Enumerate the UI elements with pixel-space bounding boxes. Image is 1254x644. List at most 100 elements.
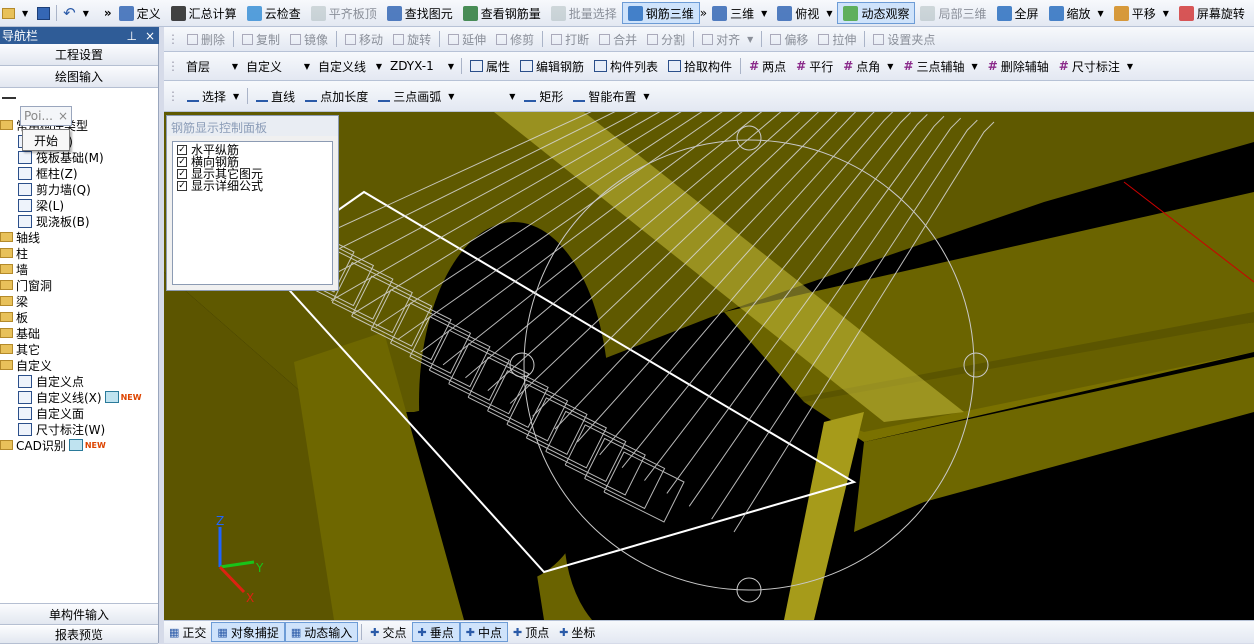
toolbar-button-2[interactable]: 云检查 <box>242 2 306 24</box>
tree-item[interactable]: 现浇板(B) <box>0 213 158 229</box>
edit-button-6[interactable]: 修剪 <box>491 27 539 51</box>
tree-folder[interactable]: 板 <box>0 309 158 325</box>
checkbox-checked[interactable]: ✓ <box>177 181 187 191</box>
edit-button-12[interactable]: 拉伸 <box>813 27 861 51</box>
snap-toggle-5[interactable]: ✚ 中点 <box>459 622 508 642</box>
checkbox-checked[interactable]: ✓ <box>177 157 187 167</box>
toolbar-button-12[interactable]: 全屏 <box>992 2 1044 24</box>
draw-button-0[interactable]: 选择 ▼ <box>182 81 244 111</box>
tree-folder[interactable]: 墙 <box>0 261 158 277</box>
tree-folder[interactable]: CAD识别 NEW <box>0 437 158 453</box>
draw-button-2[interactable]: 点加长度 <box>300 81 373 111</box>
single-component-input-button[interactable]: 单构件输入 <box>0 603 158 625</box>
draw-button-5[interactable]: 智能布置 ▼ <box>568 81 654 111</box>
checkbox-checked[interactable]: ✓ <box>177 169 187 179</box>
draw-button-4[interactable]: 矩形 <box>519 81 568 111</box>
tree-item[interactable]: 梁(L) <box>0 197 158 213</box>
aux-button-3[interactable]: # 三点辅轴 ▼ <box>898 52 982 80</box>
chevron-down-icon[interactable]: ▼ <box>22 9 28 18</box>
pin-icon[interactable]: ⊥ <box>126 29 136 43</box>
edit-button-9[interactable]: 分割 <box>642 27 690 51</box>
snap-toggle-1[interactable]: ▦ 对象捕捉 <box>211 622 285 642</box>
close-icon[interactable]: × <box>58 109 68 123</box>
aux-button-5[interactable]: # 尺寸标注 ▼ <box>1054 52 1138 80</box>
draw-button-3[interactable]: 三点画弧 ▼ <box>373 81 459 111</box>
edit-button-1[interactable]: 复制 <box>237 27 285 51</box>
component-button-2[interactable]: 构件列表 <box>589 52 663 80</box>
category-select[interactable]: 自定义 ▼ <box>242 56 314 76</box>
edit-button-3[interactable]: 移动 <box>340 27 388 51</box>
overflow-icon[interactable]: » <box>104 6 112 20</box>
tree-folder[interactable]: 梁 <box>0 293 158 309</box>
toolbar-button-10[interactable]: 动态观察 <box>837 2 916 24</box>
tree-item[interactable]: 剪力墙(Q) <box>0 181 158 197</box>
start-menu-item[interactable]: 开始 <box>22 129 70 151</box>
snap-toggle-4[interactable]: ✚ 垂点 <box>411 622 460 642</box>
tree-folder[interactable]: 轴线 <box>0 229 158 245</box>
tree-folder[interactable]: 基础 <box>0 325 158 341</box>
tree-collapse-icon[interactable] <box>2 97 16 101</box>
edit-button-11[interactable]: 偏移 <box>765 27 813 51</box>
toolbar-button-9[interactable]: 俯视 ▼ <box>772 2 837 24</box>
edit-button-10[interactable]: 对齐 ▼ <box>697 27 758 51</box>
project-settings-button[interactable]: 工程设置 <box>0 44 158 66</box>
component-button-3[interactable]: 拾取构件 <box>663 52 737 80</box>
toolbar-button-3[interactable]: 平齐板顶 <box>306 2 382 24</box>
snap-toggle-2[interactable]: ▦ 动态输入 <box>284 622 359 642</box>
snap-toggle-0[interactable]: ▦ 正交 <box>164 622 211 642</box>
toolbar-button-7[interactable]: 钢筋三维 <box>621 2 700 24</box>
type-select[interactable]: 自定义线 ▼ <box>314 56 386 76</box>
aux-button-2[interactable]: # 点角 ▼ <box>838 52 898 80</box>
edit-button-2[interactable]: 镜像 <box>285 27 333 51</box>
toolbar-button-8[interactable]: 三维 ▼ <box>707 2 772 24</box>
tree-item[interactable]: 自定义面 <box>0 405 158 421</box>
drawing-input-button[interactable]: 绘图输入 <box>0 66 158 88</box>
component-button-1[interactable]: 编辑钢筋 <box>515 52 589 80</box>
save-icon[interactable] <box>37 6 51 20</box>
aux-button-4[interactable]: # 删除辅轴 <box>983 52 1054 80</box>
tree-folder[interactable]: 柱 <box>0 245 158 261</box>
floor-select[interactable]: 首层 ▼ <box>182 56 242 76</box>
tree-item[interactable]: 自定义点 <box>0 373 158 389</box>
report-preview-button[interactable]: 报表预览 <box>0 626 158 644</box>
poi-tab[interactable]: Poi... × <box>20 106 72 126</box>
toolbar-button-15[interactable]: 屏幕旋转 <box>1174 2 1250 24</box>
draw-button-1[interactable]: 直线 <box>251 81 300 111</box>
tree-item[interactable]: 筏板基础(M) <box>0 149 158 165</box>
close-icon[interactable]: × <box>145 29 155 43</box>
toolbar-button-0[interactable]: 定义 <box>114 2 166 24</box>
toolbar-button-5[interactable]: 查看钢筋量 <box>458 2 546 24</box>
toolbar-button-14[interactable]: 平移 ▼ <box>1109 2 1174 24</box>
undo-icon[interactable]: ↶ <box>63 4 76 22</box>
edit-button-4[interactable]: 旋转 <box>388 27 436 51</box>
toolbar-button-4[interactable]: 查找图元 <box>382 2 458 24</box>
snap-toggle-3[interactable]: ✚ 交点 <box>365 622 411 642</box>
edit-button-0[interactable]: 删除 <box>182 27 230 51</box>
chevron-down-icon[interactable]: ▼ <box>83 9 89 18</box>
overflow-icon[interactable]: » <box>700 6 707 20</box>
edit-button-13[interactable]: 设置夹点 <box>868 27 940 51</box>
checkbox-checked[interactable]: ✓ <box>177 145 187 155</box>
aux-button-0[interactable]: # 两点 <box>744 52 791 80</box>
toolbar-button-11[interactable]: 局部三维 <box>915 2 991 24</box>
panel-option-3[interactable]: ✓ 显示详细公式 <box>177 180 328 192</box>
arc-mode-select[interactable]: ▼ <box>459 86 519 106</box>
tree-item[interactable]: 尺寸标注(W) <box>0 421 158 437</box>
component-button-0[interactable]: 属性 <box>465 52 515 80</box>
tree-item[interactable]: 框柱(Z) <box>0 165 158 181</box>
snap-toggle-6[interactable]: ✚ 顶点 <box>508 622 554 642</box>
toolbar-button-13[interactable]: 缩放 ▼ <box>1044 2 1109 24</box>
tree-folder[interactable]: 其它 <box>0 341 158 357</box>
toolbar-button-6[interactable]: 批量选择 <box>546 2 622 24</box>
tree-folder[interactable]: 门窗洞 <box>0 277 158 293</box>
folder-icon[interactable] <box>2 7 15 19</box>
snap-toggle-7[interactable]: ✚ 坐标 <box>554 622 600 642</box>
toolbar-button-1[interactable]: 汇总计算 <box>166 2 242 24</box>
tree-folder[interactable]: 自定义 <box>0 357 158 373</box>
aux-button-1[interactable]: # 平行 <box>791 52 838 80</box>
component-select[interactable]: ZDYX-1 ▼ <box>386 56 458 76</box>
edit-button-8[interactable]: 合并 <box>594 27 642 51</box>
tree-item[interactable]: 自定义线(X) NEW <box>0 389 158 405</box>
edit-button-5[interactable]: 延伸 <box>443 27 491 51</box>
edit-button-7[interactable]: 打断 <box>546 27 594 51</box>
